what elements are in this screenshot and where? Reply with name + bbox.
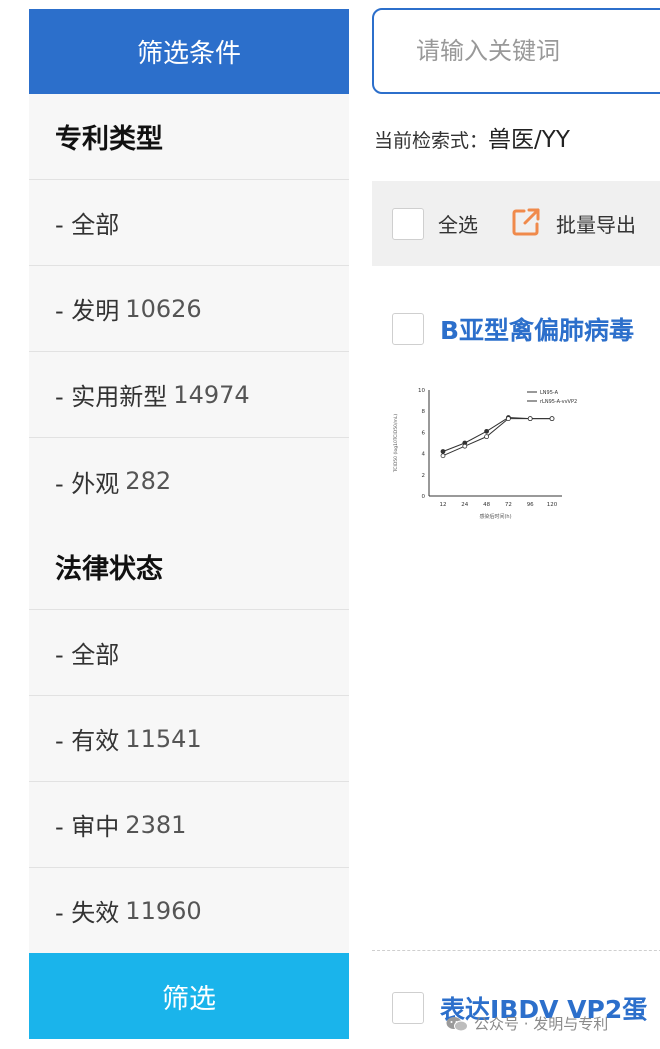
thumb-point [440, 449, 446, 454]
thumb-point [484, 434, 489, 440]
filter-item-status-invalid[interactable]: - 失效 11960 [29, 868, 349, 953]
filter-item-label: - 外观 [55, 469, 120, 498]
watermark: 公众号 · 发明与专利 [446, 1013, 608, 1034]
thumb-x-tick: 72 [505, 502, 512, 508]
filter-item-status-valid[interactable]: - 有效 11541 [29, 696, 349, 782]
thumb-point [462, 443, 468, 449]
thumb-point [506, 416, 511, 422]
result-checkbox[interactable] [392, 313, 424, 345]
result-item: B亚型禽偏肺病毒 [392, 311, 660, 347]
filter-item-count: 2381 [125, 810, 187, 839]
filter-item-type-design[interactable]: - 外观 282 [29, 438, 349, 524]
filter-item-status-all[interactable]: - 全部 [29, 610, 349, 696]
query-label: 当前检索式： [374, 130, 489, 152]
thumb-y-tick: 6 [422, 430, 426, 436]
result-thumbnail-chart[interactable]: 12 24 48 72 96 1200246810 LN95-ArLN95-A-vvVP2T… [387, 378, 577, 528]
filter-item-count: 11541 [125, 724, 202, 753]
thumb-series-line [442, 417, 552, 452]
thumb-x-tick: 120 [547, 502, 558, 508]
filter-item-type-all[interactable]: - 全部 [29, 180, 349, 266]
filter-item-label: - 有效 [55, 727, 120, 755]
filter-item-count: 282 [125, 467, 172, 495]
filter-item-label: - 发明 [55, 297, 120, 325]
results-toolbar: 全选 批量导出 [372, 181, 660, 266]
sidebar-header: 筛选条件 [29, 9, 349, 94]
export-icon [510, 206, 542, 242]
filter-item-count: 14974 [173, 380, 250, 409]
result-title-link[interactable]: B亚型禽偏肺病毒 [440, 311, 634, 347]
filter-item-label: - 实用新型 [55, 383, 168, 411]
thumb-x-label: 感染后时间(h) [479, 513, 511, 520]
thumb-point [440, 453, 446, 459]
search-box [372, 8, 660, 94]
filter-item-type-invention[interactable]: - 发明 10626 [29, 266, 349, 352]
thumb-x-tick: 12 [440, 502, 447, 508]
current-query: 当前检索式：兽医/YY [374, 120, 570, 154]
filter-item-label: - 失效 [55, 899, 120, 927]
select-all-label[interactable]: 全选 [438, 209, 478, 238]
thumb-legend-label: LN95-A [540, 390, 559, 396]
wechat-icon [446, 1016, 468, 1032]
thumb-y-tick: 10 [418, 388, 425, 394]
thumb-y-tick: 4 [422, 452, 426, 458]
thumb-y-tick: 0 [422, 494, 426, 500]
filter-item-label: - 全部 [55, 211, 120, 239]
thumb-point [484, 428, 489, 434]
filter-item-label: - 审中 [55, 813, 120, 841]
filter-item-count: 10626 [125, 294, 202, 323]
filter-item-label: - 全部 [55, 641, 120, 669]
thumb-x-tick: 96 [527, 502, 534, 508]
thumb-y-tick: 2 [422, 473, 426, 479]
thumb-y-tick: 8 [422, 409, 426, 415]
group-title-patent-type: 专利类型 [29, 94, 349, 180]
apply-filter-button[interactable]: 筛选 [29, 953, 349, 1039]
filter-item-count: 11960 [125, 896, 202, 925]
thumb-point [549, 416, 555, 422]
page-root: 筛选条件 专利类型 - 全部 - 发明 10626 - 实用新型 14974 -… [0, 0, 660, 1049]
thumb-legend-label: rLN95-A-vvVP2 [540, 399, 577, 405]
select-all-checkbox[interactable] [392, 207, 424, 240]
thumb-point [527, 416, 533, 422]
result-divider [372, 950, 660, 951]
batch-export-button[interactable]: 批量导出 [510, 206, 636, 242]
thumb-x-tick: 24 [461, 502, 468, 508]
filter-sidebar: 筛选条件 专利类型 - 全部 - 发明 10626 - 实用新型 14974 -… [29, 9, 349, 1039]
filter-item-type-utility[interactable]: - 实用新型 14974 [29, 352, 349, 438]
search-input[interactable] [416, 37, 660, 65]
export-label: 批量导出 [556, 213, 636, 237]
result-checkbox[interactable] [392, 992, 424, 1024]
thumb-x-tick: 48 [483, 502, 490, 508]
watermark-text: 公众号 · 发明与专利 [474, 1015, 609, 1033]
query-value: 兽医/YY [488, 127, 570, 153]
thumb-y-label: TCID50 (log10TCID50/mL) [393, 414, 399, 473]
filter-item-status-pending[interactable]: - 审中 2381 [29, 782, 349, 868]
group-title-legal-status: 法律状态 [29, 524, 349, 610]
